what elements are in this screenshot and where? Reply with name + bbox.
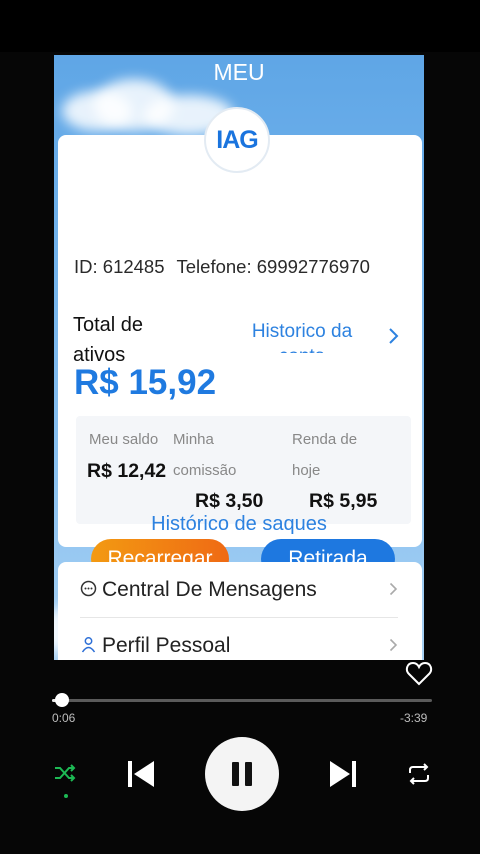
user-phone: Telefone: 69992776970 <box>176 256 370 277</box>
account-info: ID: 612485 Telefone: 69992776970 <box>74 256 382 278</box>
brand-logo: IAG <box>204 107 270 173</box>
menu-item-label: Central De Mensagens <box>102 578 317 601</box>
stat-value-today-income: R$ 5,95 <box>309 490 378 512</box>
person-icon <box>80 636 102 657</box>
stat-label-balance: Meu saldo <box>89 431 159 448</box>
stat-value-balance: R$ 12,42 <box>87 460 167 482</box>
pause-icon <box>232 762 252 786</box>
heart-icon[interactable] <box>405 660 433 688</box>
total-assets-value: R$ 15,92 <box>74 363 217 402</box>
withdraw-history-link[interactable]: Histórico de saques <box>54 513 424 536</box>
repeat-icon[interactable] <box>406 763 432 790</box>
menu-item-profile[interactable]: Perfil Pessoal <box>80 619 398 660</box>
elapsed-time: 0:06 <box>52 711 76 725</box>
user-id: ID: 612485 <box>74 256 165 277</box>
shuffle-active-dot <box>64 794 68 798</box>
progress-bar[interactable] <box>52 693 432 707</box>
shuffle-icon[interactable] <box>53 763 77 788</box>
account-card: ID: 612485 Telefone: 69992776970 Total de… <box>58 135 422 579</box>
app-screen: MEU ID: 612485 Telefone: 69992776970 Tota… <box>54 55 424 660</box>
menu-item-label: Perfil Pessoal <box>102 634 231 657</box>
menu-divider <box>80 617 398 618</box>
chevron-right-icon <box>389 635 398 658</box>
account-history-link[interactable]: Historico da conta <box>242 319 362 353</box>
pause-button[interactable] <box>205 737 279 811</box>
stat-value-commission: R$ 3,50 <box>195 490 264 512</box>
page-title: MEU <box>213 59 265 85</box>
balance-stats: Meu saldo R$ 12,42 Minha comissão R$ 3,5… <box>76 416 411 524</box>
previous-track-icon[interactable] <box>126 759 156 794</box>
status-bar <box>0 0 480 52</box>
remaining-time: -3:39 <box>400 711 428 725</box>
menu-list: Central De Mensagens Perfil Pessoal <box>58 562 422 660</box>
chat-bubble-icon <box>80 580 102 601</box>
media-player: 0:06 -3:39 <box>0 660 480 854</box>
next-track-icon[interactable] <box>328 759 358 794</box>
stat-label-commission: Minha comissão <box>173 431 237 479</box>
menu-item-messages[interactable]: Central De Mensagens <box>80 563 398 617</box>
total-assets-label: Total de ativos <box>73 314 144 366</box>
chevron-right-icon <box>389 579 398 602</box>
chevron-right-icon[interactable] <box>388 325 400 351</box>
stat-label-today-income: Renda de hoje <box>292 431 358 479</box>
progress-thumb[interactable] <box>55 693 70 707</box>
